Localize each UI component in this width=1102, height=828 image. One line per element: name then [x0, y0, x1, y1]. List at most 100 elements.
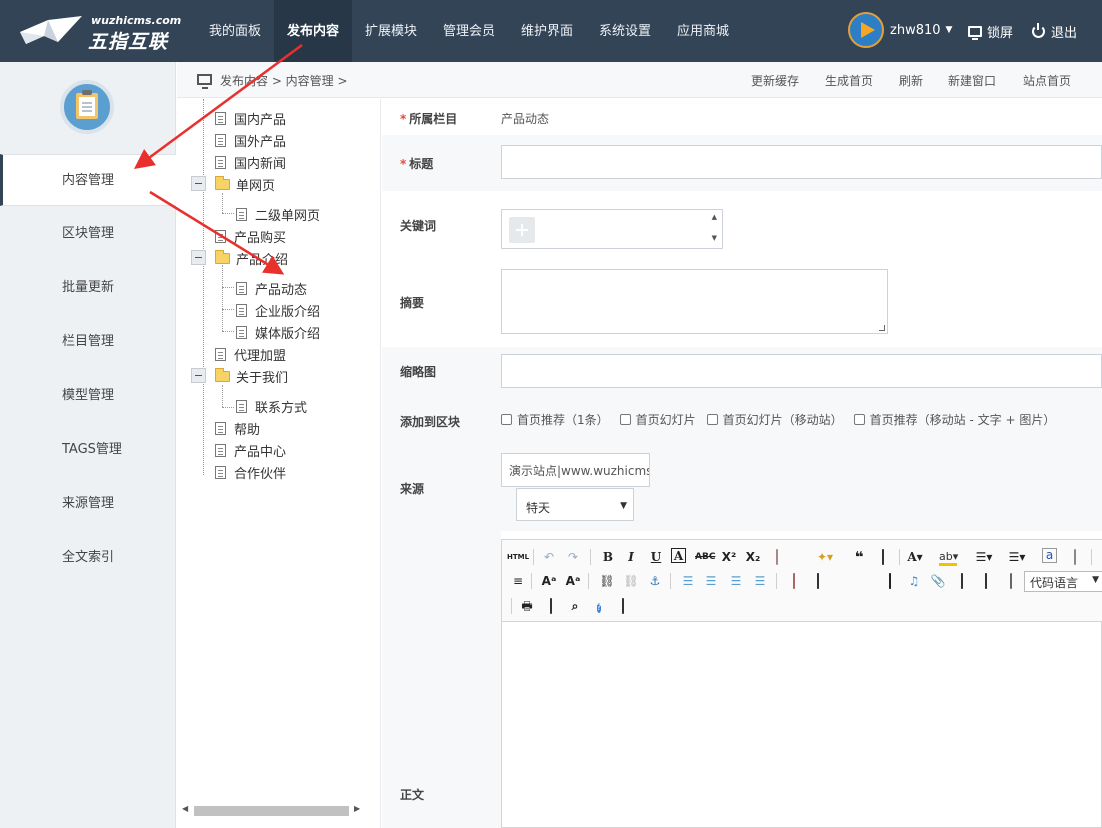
code-language-select[interactable]: 代码语言 ▼ — [1024, 571, 1102, 592]
nav-app-store[interactable]: 应用商城 — [664, 0, 742, 62]
tree-item[interactable]: 企业版介绍 — [236, 300, 320, 320]
tree-item-label[interactable]: 国内新闻 — [234, 153, 286, 172]
nav-settings[interactable]: 系统设置 — [586, 0, 664, 62]
unordered-list-icon[interactable]: ☰▾ — [1008, 548, 1026, 566]
tree-item[interactable]: 产品购买 — [215, 226, 286, 246]
user-menu[interactable]: zhw810 ▼ — [848, 12, 952, 48]
scroll-left-icon[interactable]: ◀ — [182, 804, 188, 813]
scrawl-icon[interactable] — [857, 572, 875, 590]
user-name[interactable]: zhw810 — [890, 23, 941, 38]
tree-item-label[interactable]: 联系方式 — [255, 397, 307, 416]
sidebar-item-content[interactable]: 内容管理 — [0, 154, 176, 206]
tree-item[interactable]: 联系方式 — [236, 396, 307, 416]
eraser-icon[interactable] — [768, 548, 786, 566]
scroll-right-icon[interactable]: ▶ — [354, 804, 360, 813]
checkbox[interactable] — [706, 414, 718, 425]
sidebar-item-blocks[interactable]: 区块管理 — [0, 208, 176, 260]
source-select[interactable]: 特天 ▼ — [516, 488, 634, 521]
horizontal-rule-icon[interactable]: ≡ — [509, 572, 527, 590]
sidebar-item-fulltext[interactable]: 全文索引 — [0, 532, 176, 584]
sidebar-item-tags[interactable]: TAGS管理 — [0, 424, 176, 476]
tree-item[interactable]: 代理加盟 — [215, 344, 286, 364]
spin-up-icon[interactable]: ▲ — [712, 213, 717, 221]
checkbox-label[interactable]: 首页推荐（移动站 - 文字 + 图片） — [870, 411, 1056, 428]
anchor-icon[interactable]: ⚓ — [646, 572, 664, 590]
checkbox-label[interactable]: 首页幻灯片（移动站） — [723, 411, 843, 428]
tree-item[interactable]: 合作伙伴 — [215, 462, 286, 482]
align-left-icon[interactable]: ☰ — [679, 572, 697, 590]
align-center-icon[interactable]: ☰ — [702, 572, 720, 590]
tree-item[interactable]: 帮助 — [215, 418, 260, 438]
block-option[interactable]: 首页幻灯片（移动站） — [706, 411, 843, 428]
tree-item[interactable]: 产品中心 — [215, 440, 286, 460]
tree-item-label[interactable]: 国内产品 — [234, 109, 286, 128]
logo[interactable]: wuzhicms.com 五指互联 — [18, 12, 181, 53]
blockquote-icon[interactable]: ❝ — [850, 548, 868, 566]
tree-item[interactable]: 二级单网页 — [236, 204, 320, 224]
collapse-icon[interactable] — [191, 368, 206, 383]
sidebar-item-models[interactable]: 模型管理 — [0, 370, 176, 422]
lock-screen-button[interactable]: 锁屏 — [968, 22, 1013, 41]
resize-handle-icon[interactable] — [879, 325, 885, 331]
italic-icon[interactable]: I — [622, 548, 640, 566]
tree-item-label[interactable]: 帮助 — [234, 419, 260, 438]
wordimage-icon[interactable] — [614, 597, 632, 615]
align-right-icon[interactable]: ☰ — [727, 572, 745, 590]
avatar[interactable] — [848, 12, 884, 48]
spin-down-icon[interactable]: ▼ — [712, 234, 717, 242]
generate-home-link[interactable]: 生成首页 — [825, 72, 873, 89]
title-input[interactable] — [501, 145, 1102, 179]
font-color-icon[interactable]: A▾ — [906, 548, 924, 566]
undo-icon[interactable]: ↶ — [540, 548, 558, 566]
page-break-icon[interactable] — [1066, 548, 1084, 566]
tree-item-label[interactable]: 媒体版介绍 — [255, 323, 320, 342]
to-uppercase-icon[interactable]: Aᵃ — [540, 572, 558, 590]
checkbox-label[interactable]: 首页幻灯片 — [636, 411, 696, 428]
redo-icon[interactable]: ↷ — [564, 548, 582, 566]
emotion-icon[interactable] — [833, 572, 851, 590]
search-replace-icon[interactable]: ⌕ — [566, 597, 584, 615]
tree-item[interactable]: 国内新闻 — [215, 152, 286, 172]
refresh-link[interactable]: 刷新 — [899, 72, 923, 89]
video-icon[interactable] — [881, 572, 899, 590]
editor-body[interactable] — [502, 623, 1101, 827]
tree-horizontal-scrollbar[interactable]: ◀ ▶ — [182, 804, 362, 818]
highlight-color-icon[interactable]: ab▾ — [939, 548, 958, 566]
spell-icon[interactable]: a — [1042, 548, 1057, 563]
bold-icon[interactable]: B — [599, 548, 617, 566]
keywords-input[interactable]: ▲ ▼ — [501, 209, 723, 249]
site-home-link[interactable]: 站点首页 — [1023, 72, 1071, 89]
tree-item-label[interactable]: 企业版介绍 — [255, 301, 320, 320]
caret-down-icon[interactable]: ▼ — [946, 25, 953, 35]
image-icon[interactable] — [785, 572, 803, 590]
nav-dashboard[interactable]: 我的面板 — [196, 0, 274, 62]
auto-format-icon[interactable]: ✦▾ — [816, 548, 834, 566]
checkbox[interactable] — [619, 414, 631, 425]
tree-item-label[interactable]: 产品购买 — [234, 227, 286, 246]
to-lowercase-icon[interactable]: Aᵃ — [564, 572, 582, 590]
breadcrumb[interactable]: 发布内容 > 内容管理 > — [220, 72, 348, 89]
new-window-link[interactable]: 新建窗口 — [948, 72, 996, 89]
tree-item-label[interactable]: 合作伙伴 — [234, 463, 286, 482]
checkbox[interactable] — [853, 414, 865, 425]
source-input[interactable]: 演示站点|www.wuzhicms.com — [501, 453, 650, 487]
logout-button[interactable]: 退出 — [1032, 22, 1077, 41]
collapse-icon[interactable] — [191, 176, 206, 191]
add-keyword-icon[interactable] — [509, 217, 535, 243]
font-border-icon[interactable]: A — [671, 548, 686, 563]
underline-icon[interactable]: U — [647, 548, 665, 566]
collapse-icon[interactable] — [191, 250, 206, 265]
tree-item-label[interactable]: 关于我们 — [236, 367, 288, 386]
thumbnail-input[interactable] — [501, 354, 1102, 388]
print-icon[interactable]: 🖶 — [518, 597, 536, 615]
strikethrough-icon[interactable]: ABC — [695, 548, 715, 566]
music-icon[interactable]: ♫ — [905, 572, 923, 590]
update-cache-link[interactable]: 更新缓存 — [751, 72, 799, 89]
checkbox-label[interactable]: 首页推荐（1条） — [517, 411, 609, 428]
preview-icon[interactable] — [542, 597, 560, 615]
help-icon[interactable]: ? — [590, 597, 608, 615]
align-justify-icon[interactable]: ☰ — [751, 572, 769, 590]
multi-image-icon[interactable] — [809, 572, 827, 590]
link-icon[interactable]: ⛓ — [598, 572, 616, 590]
sidebar-item-batch-update[interactable]: 批量更新 — [0, 262, 176, 314]
